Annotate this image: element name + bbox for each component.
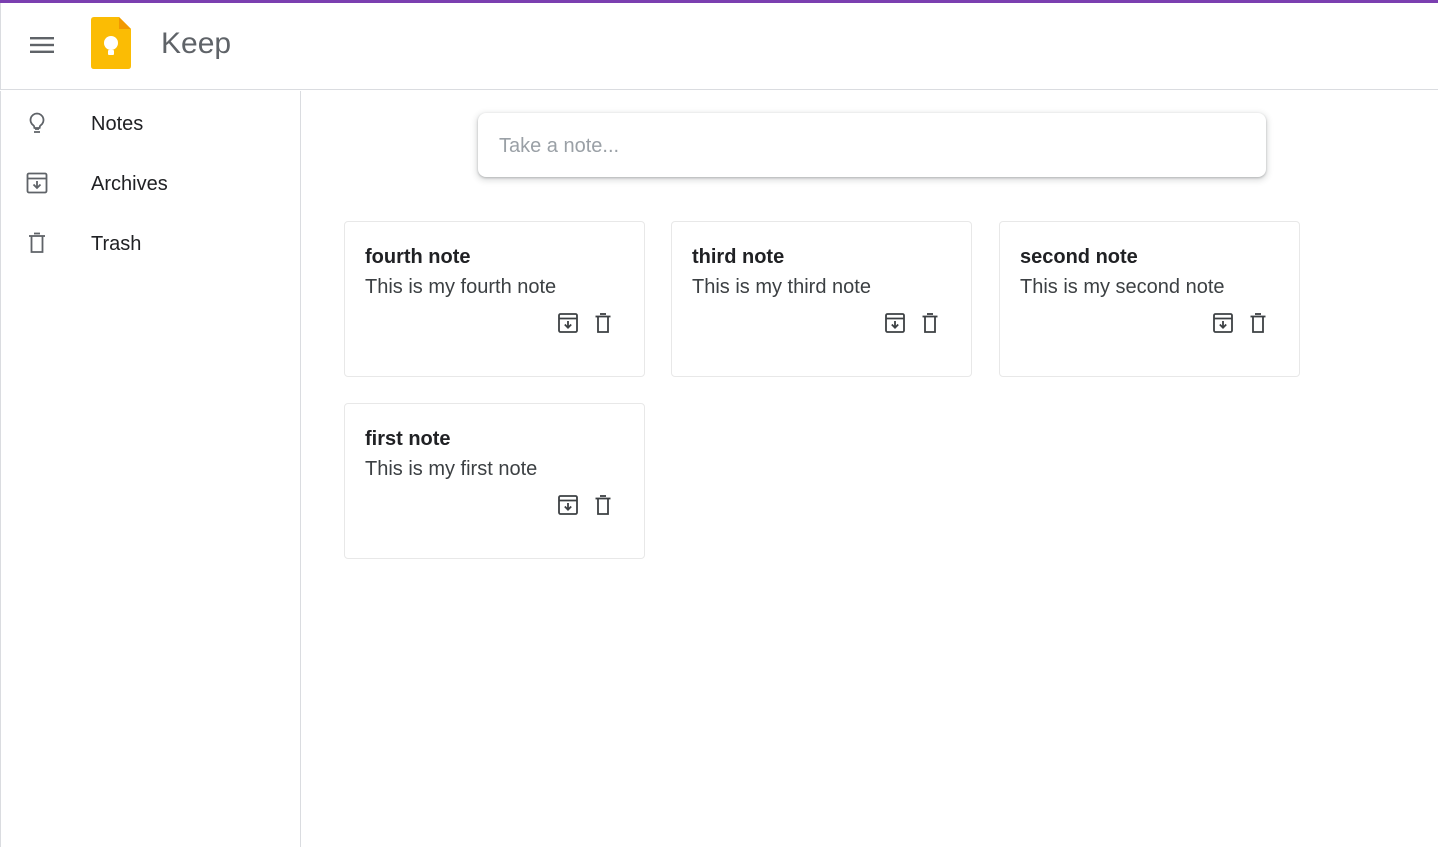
archive-note-button[interactable] bbox=[557, 312, 579, 334]
archive-icon bbox=[885, 313, 905, 333]
delete-note-button[interactable] bbox=[1247, 312, 1269, 334]
note-card[interactable]: first note This is my first note bbox=[344, 403, 645, 559]
note-body: This is my second note bbox=[1020, 276, 1225, 298]
archive-note-button[interactable] bbox=[884, 312, 906, 334]
archive-note-button[interactable] bbox=[1212, 312, 1234, 334]
archive-icon bbox=[558, 313, 578, 333]
delete-note-button[interactable] bbox=[919, 312, 941, 334]
note-composer bbox=[478, 113, 1266, 177]
archive-icon bbox=[26, 172, 48, 194]
delete-note-button[interactable] bbox=[592, 312, 614, 334]
archive-icon bbox=[558, 495, 578, 515]
app-header: Keep bbox=[0, 3, 1438, 90]
note-card[interactable]: third note This is my third note bbox=[671, 221, 972, 377]
sidebar-item-label: Notes bbox=[91, 113, 144, 135]
sidebar-item-label: Archives bbox=[91, 173, 168, 195]
sidebar-item-notes[interactable]: Notes bbox=[1, 99, 301, 147]
take-note-input[interactable] bbox=[497, 129, 1241, 163]
sidebar: Notes Archives Trash bbox=[0, 91, 301, 847]
note-title: first note bbox=[365, 428, 451, 450]
note-card[interactable]: fourth note This is my fourth note bbox=[344, 221, 645, 377]
sidebar-item-archives[interactable]: Archives bbox=[1, 159, 301, 207]
app-title: Keep bbox=[161, 27, 232, 60]
note-title: fourth note bbox=[365, 246, 471, 268]
note-body: This is my third note bbox=[692, 276, 871, 298]
archive-icon bbox=[1213, 313, 1233, 333]
note-body: This is my fourth note bbox=[365, 276, 557, 298]
note-title: third note bbox=[692, 246, 785, 268]
main-menu-button[interactable] bbox=[29, 32, 55, 58]
note-card[interactable]: second note This is my second note bbox=[999, 221, 1300, 377]
sidebar-item-label: Trash bbox=[91, 233, 142, 255]
note-body: This is my first note bbox=[365, 458, 538, 480]
sidebar-item-trash[interactable]: Trash bbox=[1, 219, 301, 267]
trash-icon bbox=[922, 313, 938, 333]
note-title: second note bbox=[1020, 246, 1138, 268]
trash-icon bbox=[1250, 313, 1266, 333]
trash-icon bbox=[595, 495, 611, 515]
archive-note-button[interactable] bbox=[557, 494, 579, 516]
keep-logo-icon bbox=[91, 17, 131, 69]
hamburger-menu-icon bbox=[30, 37, 54, 53]
lightbulb-icon bbox=[29, 112, 45, 133]
trash-icon bbox=[595, 313, 611, 333]
trash-icon bbox=[29, 232, 45, 253]
delete-note-button[interactable] bbox=[592, 494, 614, 516]
